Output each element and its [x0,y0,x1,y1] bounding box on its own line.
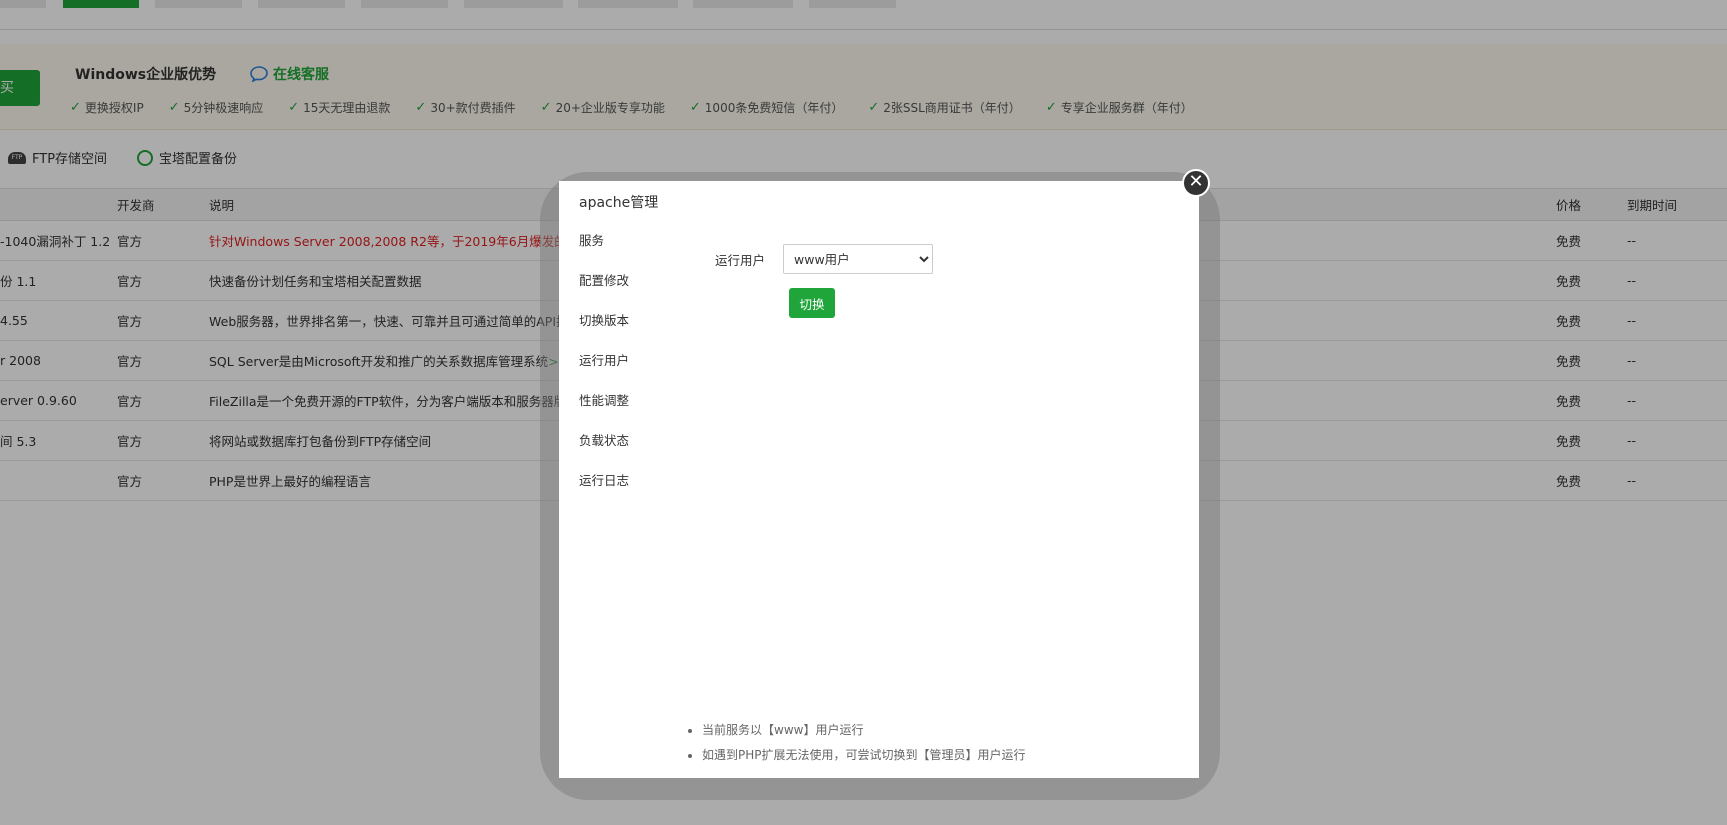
menu-item-run-user[interactable]: 运行用户 [579,341,669,381]
dialog-notes: 当前服务以【www】用户运行 如遇到PHP扩展无法使用，可尝试切换到【管理员】用… [684,721,1026,771]
menu-item-load-status[interactable]: 负载状态 [579,421,669,461]
dialog-title: apache管理 [579,195,659,211]
menu-item-switch-version[interactable]: 切换版本 [579,301,669,341]
note-item: 如遇到PHP扩展无法使用，可尝试切换到【管理员】用户运行 [702,746,1026,763]
menu-item-config[interactable]: 配置修改 [579,261,669,301]
apache-manage-dialog: apache管理 服务 配置修改 切换版本 运行用户 性能调整 负载状态 运行日… [559,181,1199,778]
switch-button[interactable]: 切换 [789,288,835,318]
run-user-label: 运行用户 [715,252,766,268]
close-icon[interactable]: ✕ [1182,169,1210,197]
note-item: 当前服务以【www】用户运行 [702,721,1026,738]
run-user-form-row: 运行用户 www用户 [715,244,933,274]
menu-item-performance[interactable]: 性能调整 [579,381,669,421]
menu-item-run-log[interactable]: 运行日志 [579,461,669,501]
run-user-select[interactable]: www用户 [783,244,933,274]
menu-item-service[interactable]: 服务 [579,221,669,261]
dialog-side-menu: 服务 配置修改 切换版本 运行用户 性能调整 负载状态 运行日志 [579,221,669,501]
